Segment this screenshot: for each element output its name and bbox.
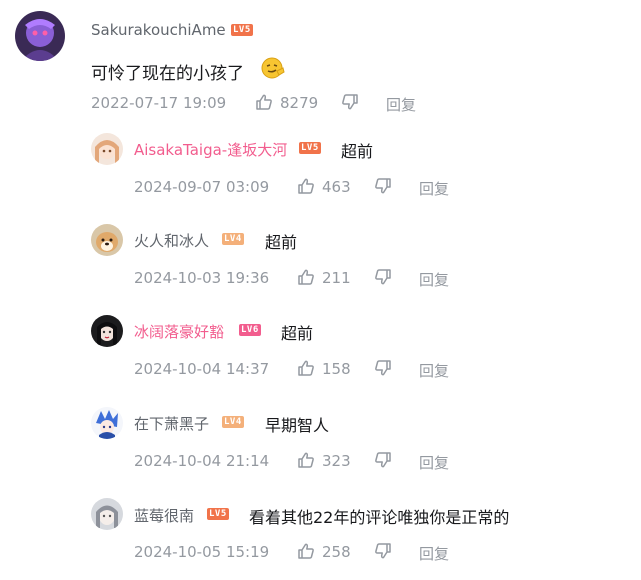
- level-badge: LV4: [222, 233, 244, 245]
- dislike-icon[interactable]: [374, 177, 392, 195]
- reply-date: 2024-10-05 15:19: [134, 543, 270, 561]
- like-icon[interactable]: [297, 542, 315, 560]
- level-badge: LV5: [231, 24, 253, 36]
- like-icon[interactable]: [297, 451, 315, 469]
- avatar[interactable]: [91, 407, 123, 439]
- dislike-icon[interactable]: [374, 451, 392, 469]
- username[interactable]: 在下萧黑子: [134, 413, 209, 434]
- like-icon[interactable]: [297, 268, 315, 286]
- reply-button[interactable]: 回复: [419, 452, 449, 473]
- avatar[interactable]: [91, 133, 123, 165]
- username[interactable]: 冰阔落豪好豁: [134, 321, 224, 342]
- dislike-icon[interactable]: [374, 268, 392, 286]
- reply-button[interactable]: 回复: [419, 269, 449, 290]
- level-badge: LV5: [299, 142, 321, 154]
- like-count: 158: [322, 360, 351, 378]
- reply-text: 超前: [341, 142, 374, 161]
- dislike-icon[interactable]: [374, 542, 392, 560]
- level-badge: LV6: [239, 324, 261, 336]
- avatar[interactable]: [91, 224, 123, 256]
- reply-date: 2024-10-03 19:36: [134, 269, 270, 287]
- username[interactable]: 蓝莓很南: [134, 505, 194, 526]
- like-count: 258: [322, 543, 351, 561]
- level-badge: LV4: [222, 416, 244, 428]
- reply-date: 2024-10-04 21:14: [134, 452, 270, 470]
- reply-button[interactable]: 回复: [419, 178, 449, 199]
- username[interactable]: 火人和冰人: [134, 230, 209, 251]
- reply-text: 超前: [281, 324, 314, 343]
- smirk-emoji-icon: [260, 56, 286, 80]
- username[interactable]: SakurakouchiAme: [91, 21, 226, 39]
- username[interactable]: AisakaTaiga-逢坂大河: [134, 139, 287, 160]
- like-icon[interactable]: [297, 177, 315, 195]
- like-count: 8279: [280, 94, 319, 112]
- dislike-icon[interactable]: [341, 93, 359, 111]
- reply-text: 早期智人: [265, 416, 330, 435]
- like-count: 323: [322, 452, 351, 470]
- reply-button[interactable]: 回复: [419, 360, 449, 381]
- dislike-icon[interactable]: [374, 359, 392, 377]
- reply-text: 看着其他22年的评论唯独你是正常的: [249, 508, 510, 527]
- like-count: 211: [322, 269, 351, 287]
- comment-text: 可怜了现在的小孩了: [91, 64, 244, 84]
- reply-date: 2024-09-07 03:09: [134, 178, 270, 196]
- comment-date: 2022-07-17 19:09: [91, 94, 227, 112]
- reply-date: 2024-10-04 14:37: [134, 360, 270, 378]
- avatar[interactable]: [91, 315, 123, 347]
- like-icon[interactable]: [255, 93, 273, 111]
- avatar[interactable]: [15, 11, 65, 61]
- reply-button[interactable]: 回复: [419, 543, 449, 564]
- like-icon[interactable]: [297, 359, 315, 377]
- like-count: 463: [322, 178, 351, 196]
- level-badge: LV5: [207, 508, 229, 520]
- reply-button[interactable]: 回复: [386, 94, 416, 115]
- reply-text: 超前: [265, 233, 298, 252]
- avatar[interactable]: [91, 498, 123, 530]
